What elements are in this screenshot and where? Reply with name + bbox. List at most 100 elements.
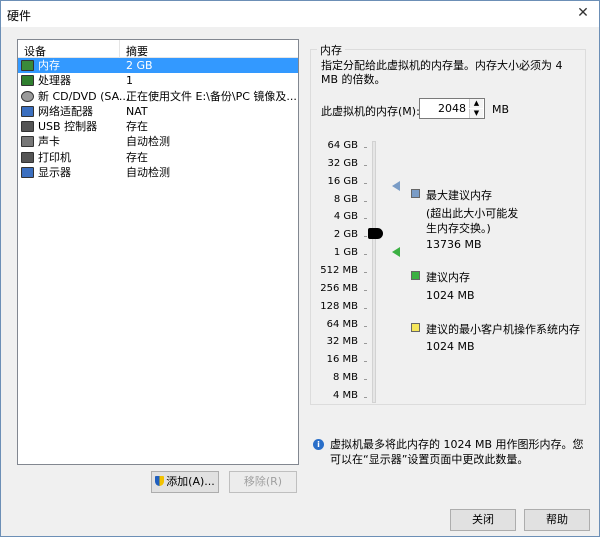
remove-device-label: 移除(R) bbox=[243, 475, 283, 488]
device-name: 打印机 bbox=[38, 150, 71, 164]
network-adapter-icon bbox=[21, 105, 34, 117]
device-summary: NAT bbox=[126, 104, 148, 118]
spin-up-icon[interactable]: ▲ bbox=[469, 99, 483, 108]
scale-tick-mark bbox=[364, 182, 367, 184]
device-summary: 2 GB bbox=[126, 59, 153, 72]
scale-tick-label: 8 GB bbox=[333, 193, 358, 205]
device-name: 内存 bbox=[38, 59, 60, 72]
scale-tick-mark bbox=[364, 271, 367, 273]
max-recommended-value: 13736 MB bbox=[426, 238, 482, 251]
memory-unit: MB bbox=[492, 103, 510, 116]
cd-dvd-icon bbox=[21, 90, 34, 102]
device-row[interactable]: 显示器 自动检测 bbox=[18, 165, 298, 180]
recommended-value: 1024 MB bbox=[426, 289, 475, 302]
sound-card-icon bbox=[21, 136, 34, 148]
memory-description: 指定分配给此虚拟机的内存量。内存大小必须为 4 MB 的倍数。 bbox=[321, 59, 563, 86]
device-name: 网络适配器 bbox=[38, 104, 93, 118]
remove-device-button[interactable]: 移除(R) bbox=[229, 471, 297, 493]
memory-value[interactable]: 2048 bbox=[438, 102, 466, 115]
device-row[interactable]: 打印机 存在 bbox=[18, 150, 298, 165]
memory-spinbox[interactable]: 2048 ▲ ▼ bbox=[419, 98, 485, 119]
help-button[interactable]: 帮助 bbox=[524, 509, 590, 531]
device-name: 处理器 bbox=[38, 74, 71, 88]
close-window-icon[interactable]: ✕ bbox=[573, 3, 593, 23]
recommended-marker-icon bbox=[392, 247, 400, 257]
device-name: 声卡 bbox=[38, 135, 60, 149]
device-row[interactable]: 网络适配器 NAT bbox=[18, 104, 298, 119]
scale-tick-label: 256 MB bbox=[320, 282, 358, 294]
device-summary: 自动检测 bbox=[126, 135, 170, 149]
column-header-device[interactable]: 设备 bbox=[24, 43, 46, 59]
memory-group-label: 内存 bbox=[317, 42, 345, 58]
scale-tick-label: 8 MB bbox=[332, 372, 358, 384]
device-row[interactable]: 新 CD/DVD (SA... 正在使用文件 E:\备份\PC 镜像及... bbox=[18, 89, 298, 104]
memory-slider-thumb[interactable] bbox=[368, 228, 383, 239]
max-recommended-marker-icon bbox=[392, 181, 400, 191]
memory-field-label: 此虚拟机的内存(M): bbox=[321, 105, 420, 118]
device-row[interactable]: 内存 2 GB bbox=[18, 58, 298, 74]
scale-tick-mark bbox=[364, 307, 367, 309]
scale-tick-mark bbox=[364, 218, 367, 220]
scale-tick-mark bbox=[364, 289, 367, 291]
scale-tick-label: 512 MB bbox=[320, 264, 358, 276]
title-bar: 硬件 ✕ bbox=[1, 1, 599, 27]
scale-tick-label: 16 MB bbox=[326, 354, 358, 366]
device-row[interactable]: 声卡 自动检测 bbox=[18, 134, 298, 149]
usb-icon bbox=[21, 121, 34, 133]
scale-tick-mark bbox=[364, 200, 367, 202]
scale-tick-label: 32 MB bbox=[326, 336, 358, 348]
memory-icon bbox=[21, 60, 34, 71]
close-button[interactable]: 关闭 bbox=[450, 509, 516, 531]
scale-tick-label: 32 GB bbox=[327, 157, 358, 169]
device-name: 显示器 bbox=[38, 166, 71, 180]
window-title: 硬件 bbox=[7, 9, 32, 23]
scale-tick-label: 64 MB bbox=[326, 318, 358, 330]
add-device-button[interactable]: 添加(A)... bbox=[151, 471, 219, 493]
scale-tick-mark bbox=[364, 361, 367, 363]
recommended-swatch-icon bbox=[411, 271, 420, 280]
shield-icon bbox=[155, 476, 165, 486]
device-list[interactable]: 设备 摘要 内存 2 GB 处理器 1 新 CD/DVD (SA... 正在使用文件 E:… bbox=[17, 39, 299, 465]
device-summary: 自动检测 bbox=[126, 166, 170, 180]
max-recommended-swatch-icon bbox=[411, 189, 420, 198]
scale-tick-mark bbox=[364, 236, 367, 238]
info-icon: i bbox=[313, 439, 324, 450]
scale-tick-mark bbox=[364, 254, 367, 256]
memory-slider-track[interactable] bbox=[372, 141, 376, 403]
device-row[interactable]: 处理器 1 bbox=[18, 73, 298, 88]
spin-down-icon[interactable]: ▼ bbox=[469, 109, 483, 118]
legend-recommended: 建议内存 bbox=[411, 269, 470, 284]
column-header-summary[interactable]: 摘要 bbox=[126, 43, 148, 59]
legend-min-guest: 建议的最小客户机操作系统内存 bbox=[411, 321, 580, 336]
device-summary: 存在 bbox=[126, 120, 148, 134]
device-name: 新 CD/DVD (SA... bbox=[38, 89, 130, 103]
help-button-label: 帮助 bbox=[546, 513, 568, 526]
hardware-dialog: 硬件 ✕ 设备 摘要 内存 2 GB 处理器 1 新 CD/DVD (SA... 正在使用… bbox=[0, 0, 600, 537]
device-list-header: 设备 摘要 bbox=[18, 40, 298, 58]
scale-tick-mark bbox=[364, 396, 367, 398]
scale-tick-label: 4 MB bbox=[332, 389, 358, 401]
display-icon bbox=[21, 167, 34, 179]
legend-max-recommended: 最大建议内存 bbox=[411, 187, 492, 202]
scale-tick-label: 1 GB bbox=[333, 247, 358, 259]
device-name: USB 控制器 bbox=[38, 120, 98, 134]
scale-tick-mark bbox=[364, 147, 367, 148]
max-recommended-note: (超出此大小可能发生内存交换。) bbox=[426, 207, 519, 235]
printer-icon bbox=[21, 151, 34, 163]
scale-tick-label: 2 GB bbox=[333, 229, 358, 241]
device-summary: 存在 bbox=[126, 150, 148, 164]
scale-tick-mark bbox=[364, 325, 367, 327]
scale-tick-mark bbox=[364, 379, 367, 381]
processor-icon bbox=[21, 75, 34, 87]
device-row[interactable]: USB 控制器 存在 bbox=[18, 119, 298, 134]
min-guest-value: 1024 MB bbox=[426, 340, 475, 353]
scale-tick-label: 64 GB bbox=[327, 140, 358, 151]
close-button-label: 关闭 bbox=[472, 513, 494, 526]
device-summary: 正在使用文件 E:\备份\PC 镜像及... bbox=[126, 89, 297, 103]
info-text: 虚拟机最多将此内存的 1024 MB 用作图形内存。您可以在“显示器”设置页面中… bbox=[330, 438, 584, 466]
scale-tick-mark bbox=[364, 343, 367, 345]
min-guest-swatch-icon bbox=[411, 323, 420, 332]
device-summary: 1 bbox=[126, 74, 133, 88]
add-device-label: 添加(A)... bbox=[166, 475, 215, 488]
scale-tick-label: 128 MB bbox=[320, 300, 358, 312]
